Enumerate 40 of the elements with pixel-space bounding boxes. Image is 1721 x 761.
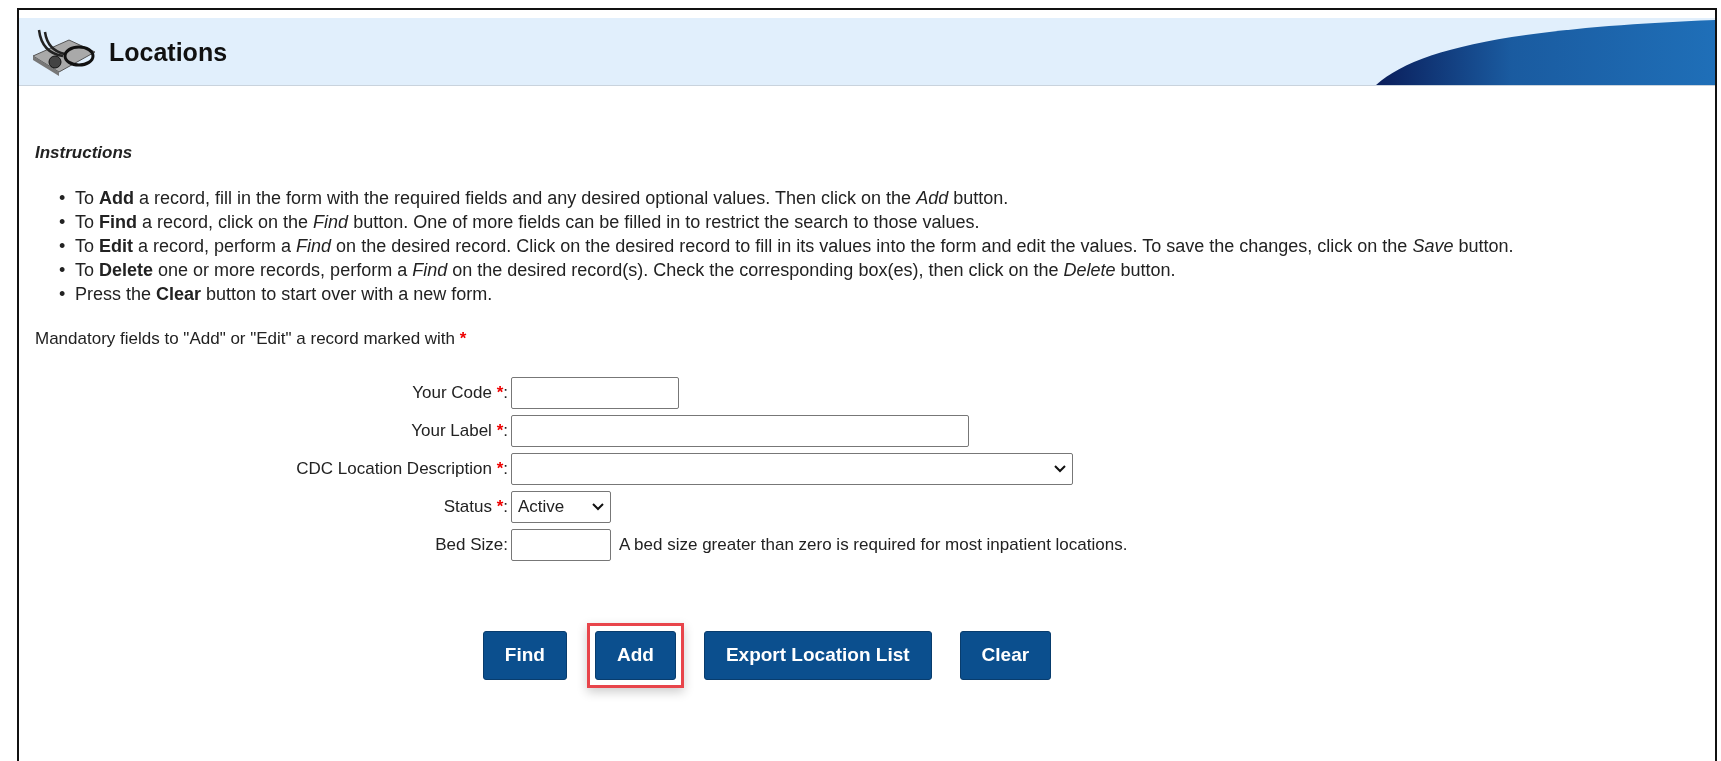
field-label: CDC Location Description <box>296 459 492 479</box>
field-label: Bed Size <box>435 535 504 555</box>
bullet-mark: • <box>59 258 67 282</box>
colon-text: : <box>503 383 508 403</box>
field-hint: A bed size greater than zero is required for most inpatient locations. <box>619 534 1128 557</box>
colon-text: : <box>503 459 508 479</box>
select-field[interactable]: Active <box>511 491 611 523</box>
instruction-item: To Find a record, click on the Find button. One of more fields can be filled in to restrict the search to those values. <box>75 210 981 234</box>
instructions-heading: Instructions <box>35 142 134 164</box>
field-label: Your Label <box>411 421 492 441</box>
field-label: Status <box>443 497 492 517</box>
action-button[interactable]: Find <box>482 631 567 680</box>
mandatory-note: Mandatory fields to "Add" or "Edit" a record marked with <box>35 328 456 348</box>
action-button[interactable]: Clear <box>959 631 1052 680</box>
instruction-item: To Add a record, fill in the form with the required fields and any desired optional values. Then click on the Add button. <box>75 186 1010 210</box>
input-field[interactable] <box>511 377 679 409</box>
colon-text: : <box>503 421 508 441</box>
required-marker: * <box>496 497 504 517</box>
required-marker: * <box>459 328 467 348</box>
page-title: Locations <box>109 36 228 67</box>
colon-text: : <box>503 535 508 555</box>
select-field[interactable] <box>511 453 1073 485</box>
required-marker: * <box>496 383 504 403</box>
required-marker: * <box>496 421 504 441</box>
input-field[interactable] <box>511 529 611 561</box>
bullet-mark: • <box>59 282 67 306</box>
required-marker: * <box>496 459 504 479</box>
bullet-mark: • <box>59 210 67 234</box>
instruction-item: To Edit a record, perform a Find on the desired record. Click on the desired record to fill in its values into the form and edit the values. To save the changes, click on the Save button. <box>75 234 1515 258</box>
chevron-down-icon <box>592 503 604 511</box>
bullet-mark: • <box>59 234 67 258</box>
bullet-mark: • <box>59 186 67 210</box>
instruction-item: To Delete one or more records, perform a Find on the desired record(s). Check the corresponding box(es), then click on the Delete button. <box>75 258 1177 282</box>
action-button[interactable]: Add <box>594 631 676 680</box>
input-field[interactable] <box>511 415 969 447</box>
colon-text: : <box>503 497 508 517</box>
chevron-down-icon <box>1054 465 1066 473</box>
instruction-item: Press the Clear button to start over with a new form. <box>75 282 494 306</box>
action-button[interactable]: Export Location List <box>703 631 932 680</box>
field-label: Your Code <box>412 383 492 403</box>
